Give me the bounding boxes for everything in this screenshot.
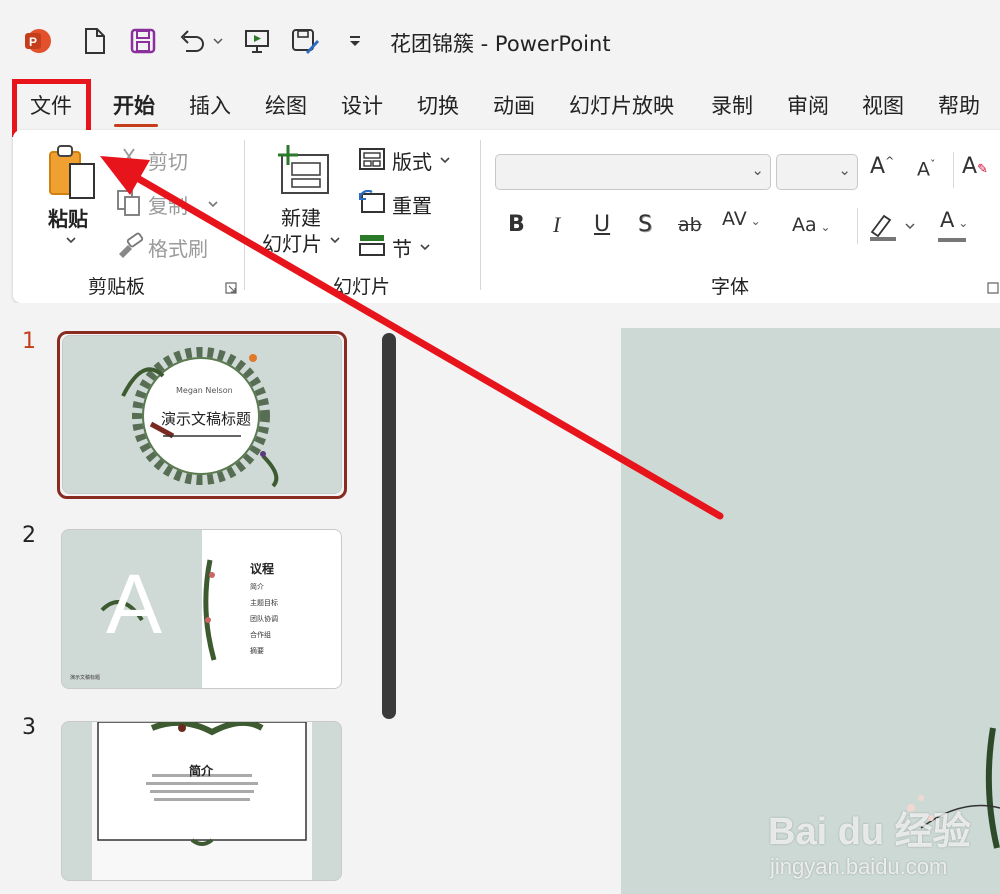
watermark-brand: Bai du 经验 — [768, 811, 971, 853]
ribbon-separator — [244, 140, 245, 290]
customize-toolbar-icon[interactable] — [340, 24, 370, 58]
reset-icon[interactable] — [358, 189, 386, 214]
title-bar: P 花团锦簇 - PowerPoint — [0, 0, 1000, 78]
new-slide-chevron-icon[interactable] — [328, 232, 342, 246]
change-case-button[interactable]: Aa ⌄ — [792, 214, 831, 236]
agenda-item: 团队协调 — [250, 615, 278, 623]
slide-thumbnail-2[interactable]: A 议程 简介 主题目标 团队协调 合作组 摘要 演示文稿标题 — [62, 530, 341, 688]
thumbnail-big-letter: A — [106, 557, 163, 651]
active-tab-indicator — [114, 124, 158, 127]
section-icon[interactable] — [358, 233, 386, 257]
thumbnail-title: 简介 — [189, 764, 214, 778]
tab-view[interactable]: 视图 — [862, 92, 904, 120]
tab-draw[interactable]: 绘图 — [265, 92, 307, 120]
underline-button[interactable]: U — [594, 212, 610, 237]
bold-button[interactable]: B — [508, 212, 525, 237]
clipboard-launcher-icon[interactable] — [224, 280, 238, 294]
scissors-icon[interactable] — [116, 146, 142, 172]
slide-number: 2 — [22, 523, 36, 548]
font-color-label: A — [940, 208, 955, 232]
change-case-label: Aa — [792, 214, 817, 236]
format-painter-icon[interactable] — [116, 232, 144, 258]
svg-text:P: P — [29, 35, 37, 49]
font-launcher-icon[interactable] — [986, 280, 1000, 294]
font-color-swatch — [938, 238, 966, 242]
save-icon[interactable] — [128, 24, 158, 58]
tab-help[interactable]: 帮助 — [938, 92, 980, 120]
font-group-label: 字体 — [711, 276, 750, 298]
copy-dropdown-chevron-icon[interactable] — [206, 196, 220, 210]
ribbon-separator — [857, 208, 858, 244]
agenda-slide-illustration — [62, 530, 341, 688]
agenda-item: 摘要 — [250, 647, 264, 655]
thumbnails-scrollbar[interactable] — [382, 333, 396, 719]
slide-thumbnail-3[interactable]: 简介 — [62, 722, 341, 880]
cut-label[interactable]: 剪切 — [148, 146, 188, 175]
clear-formatting-icon[interactable]: A✎ — [962, 154, 988, 179]
copy-label[interactable]: 复制 — [148, 190, 188, 219]
paste-label[interactable]: 粘贴 — [48, 203, 88, 232]
tab-record[interactable]: 录制 — [711, 92, 753, 120]
thumbnail-title: 演示文稿标题 — [161, 410, 252, 428]
format-painter-label[interactable]: 格式刷 — [148, 233, 208, 262]
watermark-url: jingyan.baidu.com — [770, 854, 948, 879]
undo-icon[interactable] — [176, 24, 228, 58]
ribbon-separator — [953, 152, 954, 188]
font-size-combo[interactable]: ⌄ — [776, 154, 858, 190]
agenda-item: 简介 — [250, 583, 264, 591]
powerpoint-logo-icon: P — [22, 24, 52, 58]
tab-design[interactable]: 设计 — [341, 92, 383, 120]
increase-font-size-icon[interactable]: A^ — [870, 154, 894, 179]
present-icon[interactable] — [242, 24, 272, 58]
strikethrough-button[interactable]: ab — [678, 214, 702, 236]
slide-number: 3 — [22, 715, 36, 740]
slide-number: 1 — [22, 329, 36, 354]
thumbnail-author: Megan Nelson — [176, 386, 233, 395]
thumbnail-footer: 演示文稿标题 — [70, 675, 101, 681]
italic-button[interactable]: I — [553, 212, 560, 238]
new-slide-icon[interactable] — [274, 145, 330, 195]
text-shadow-button[interactable]: S — [638, 212, 652, 237]
slide-thumbnail-1[interactable]: Megan Nelson 演示文稿标题 — [63, 336, 341, 493]
tab-slideshow[interactable]: 幻灯片放映 — [569, 92, 674, 120]
new-file-icon[interactable] — [80, 24, 110, 58]
character-spacing-button[interactable]: AV ⌄ — [722, 208, 761, 230]
tab-transitions[interactable]: 切换 — [417, 92, 459, 120]
tab-animations[interactable]: 动画 — [493, 92, 535, 120]
intro-slide-illustration — [62, 722, 341, 880]
save-as-edit-icon[interactable] — [290, 24, 320, 58]
layout-icon[interactable] — [358, 147, 386, 171]
font-color-button[interactable]: A ⌄ — [940, 208, 968, 232]
decrease-font-size-icon[interactable]: Aˇ — [917, 158, 936, 180]
baidu-watermark: Bai du 经验 jingyan.baidu.com — [760, 780, 1000, 890]
copy-icon[interactable] — [116, 189, 142, 217]
thumbnail-title: 议程 — [250, 562, 275, 576]
character-spacing-label: AV — [722, 208, 747, 230]
font-size-chevron-icon[interactable]: ⌄ — [838, 161, 851, 179]
font-name-chevron-icon[interactable]: ⌄ — [751, 161, 764, 179]
tab-review[interactable]: 审阅 — [787, 92, 829, 120]
font-name-combo[interactable]: ⌄ — [495, 154, 771, 190]
file-tab-highlight-box — [12, 79, 91, 137]
section-chevron-icon[interactable] — [418, 239, 432, 253]
clipboard-group-label: 剪贴板 — [88, 276, 146, 298]
ribbon-separator — [480, 140, 481, 290]
agenda-item: 主题目标 — [250, 599, 278, 607]
new-slide-label-line1[interactable]: 新建 — [281, 202, 321, 231]
section-label[interactable]: 节 — [392, 233, 412, 262]
agenda-item: 合作组 — [250, 631, 271, 639]
layout-label[interactable]: 版式 — [392, 146, 432, 175]
paste-dropdown-chevron-icon[interactable] — [64, 232, 78, 246]
slides-group-label: 幻灯片 — [333, 276, 391, 298]
new-slide-label-line2[interactable]: 幻灯片 — [262, 228, 322, 257]
layout-chevron-icon[interactable] — [438, 152, 452, 166]
highlight-color-icon[interactable] — [868, 210, 918, 242]
tab-insert[interactable]: 插入 — [189, 92, 231, 120]
document-title: 花团锦簇 - PowerPoint — [390, 32, 611, 56]
paste-icon[interactable] — [46, 142, 98, 200]
reset-label[interactable]: 重置 — [392, 190, 432, 219]
tab-home[interactable]: 开始 — [113, 92, 155, 120]
